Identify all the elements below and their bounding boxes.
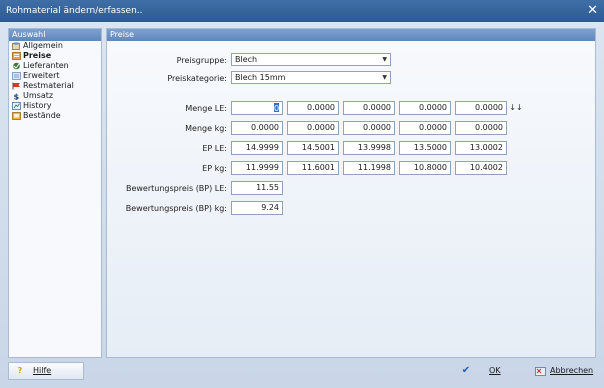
sidebar-item-label: Restmaterial [23,81,74,90]
help-icon: ? [17,366,23,375]
sidebar-item-lieferanten[interactable]: Lieferanten [9,61,101,71]
menge-le-field-2[interactable]: 0.0000 [287,101,339,115]
ep-kg-label: EP kg: [202,164,227,173]
preisgruppe-value: Blech [235,55,258,64]
help-button[interactable]: ? Hilfe [8,362,84,380]
ok-button-label: OK [489,366,501,375]
ep-kg-field-5[interactable]: 10.4002 [455,161,507,175]
suppliers-icon [13,62,20,70]
dollar-icon: $ [14,93,20,101]
ep-le-field-1[interactable]: 14.9999 [231,141,283,155]
cancel-button[interactable]: Abbrechen [530,362,600,380]
sidebar-item-label: Erweitert [23,71,60,80]
menge-le-label: Menge LE: [185,104,227,113]
menge-le-field-5[interactable]: 0.0000 [455,101,507,115]
sidebar-item-label: Lieferanten [23,61,69,70]
bp-le-field[interactable]: 11.55 [231,181,283,195]
menge-kg-field-1[interactable]: 0.0000 [231,121,283,135]
preiskategorie-select[interactable]: Blech 15mm ▼ [231,71,391,84]
sidebar: Auswahl Allgemein Preise Lieferanten Erw… [8,28,102,358]
menge-le-field-3[interactable]: 0.0000 [343,101,395,115]
ep-le-label: EP LE: [202,144,227,153]
chevron-down-icon[interactable]: ▼ [382,54,387,65]
sidebar-item-umsatz[interactable]: $ Umsatz [9,91,101,101]
sidebar-item-label: History [23,101,52,110]
preisgruppe-label: Preisgruppe: [176,56,227,65]
prices-panel: Preise Preisgruppe: Blech ▼ Preiskategor… [106,28,596,358]
remnant-icon [12,82,20,90]
ok-button[interactable]: ✔ OK [454,362,526,380]
ep-kg-field-1[interactable]: 11.9999 [231,161,283,175]
menge-kg-field-5[interactable]: 0.0000 [455,121,507,135]
menge-kg-label: Menge kg: [185,124,227,133]
cancel-button-label: Abbrechen [550,366,594,375]
sidebar-item-bestaende[interactable]: Bestände [9,111,101,121]
ep-le-field-2[interactable]: 14.5001 [287,141,339,155]
window-titlebar: Rohmaterial ändern/erfassen.. ✕ [0,0,604,22]
close-icon[interactable]: ✕ [587,0,598,21]
window-title: Rohmaterial ändern/erfassen.. [6,6,143,16]
ep-kg-field-2[interactable]: 11.6001 [287,161,339,175]
ep-le-field-5[interactable]: 13.0002 [455,141,507,155]
menge-le-field-4[interactable]: 0.0000 [399,101,451,115]
dialog-body: Auswahl Allgemein Preise Lieferanten Erw… [0,22,604,388]
bp-kg-label: Bewertungspreis (BP) kg: [125,204,227,213]
help-button-label: Hilfe [33,366,52,375]
preisgruppe-select[interactable]: Blech ▼ [231,53,391,66]
check-icon: ✔ [461,365,471,376]
sort-icon[interactable]: ↓↓ [509,101,523,115]
svg-text:$: $ [14,93,20,101]
sidebar-item-label: Umsatz [23,91,54,100]
panel-header: Preise [107,29,595,41]
sidebar-item-allgemein[interactable]: Allgemein [9,41,101,51]
sidebar-item-history[interactable]: History [9,101,101,111]
footer-bar: ? Hilfe ✔ OK Abbrechen [0,362,604,388]
menge-le-field-1[interactable]: 0 [231,101,283,115]
sidebar-item-label: Preise [23,51,52,60]
preiskategorie-label: Preiskategorie: [167,74,227,83]
preiskategorie-value: Blech 15mm [235,73,286,82]
ep-le-field-3[interactable]: 13.9998 [343,141,395,155]
extended-icon [12,72,21,80]
chevron-down-icon[interactable]: ▼ [382,72,387,83]
menge-kg-field-3[interactable]: 0.0000 [343,121,395,135]
stock-icon [12,112,21,120]
menge-kg-field-2[interactable]: 0.0000 [287,121,339,135]
sidebar-item-label: Allgemein [23,41,63,50]
menge-le-value-1: 0 [274,102,280,113]
ep-kg-field-4[interactable]: 10.8000 [399,161,451,175]
history-icon [12,102,21,110]
general-icon [12,42,20,50]
ep-kg-field-3[interactable]: 11.1998 [343,161,395,175]
sidebar-item-label: Bestände [23,111,61,120]
sidebar-item-erweitert[interactable]: Erweitert [9,71,101,81]
sidebar-item-restmaterial[interactable]: Restmaterial [9,81,101,91]
sidebar-item-preise[interactable]: Preise [9,51,101,61]
ep-le-field-4[interactable]: 13.5000 [399,141,451,155]
sidebar-header: Auswahl [9,29,101,41]
bp-kg-field[interactable]: 9.24 [231,201,283,215]
cancel-icon [535,366,546,376]
bp-le-label: Bewertungspreis (BP) LE: [125,184,227,193]
menge-kg-field-4[interactable]: 0.0000 [399,121,451,135]
prices-icon [12,52,21,60]
